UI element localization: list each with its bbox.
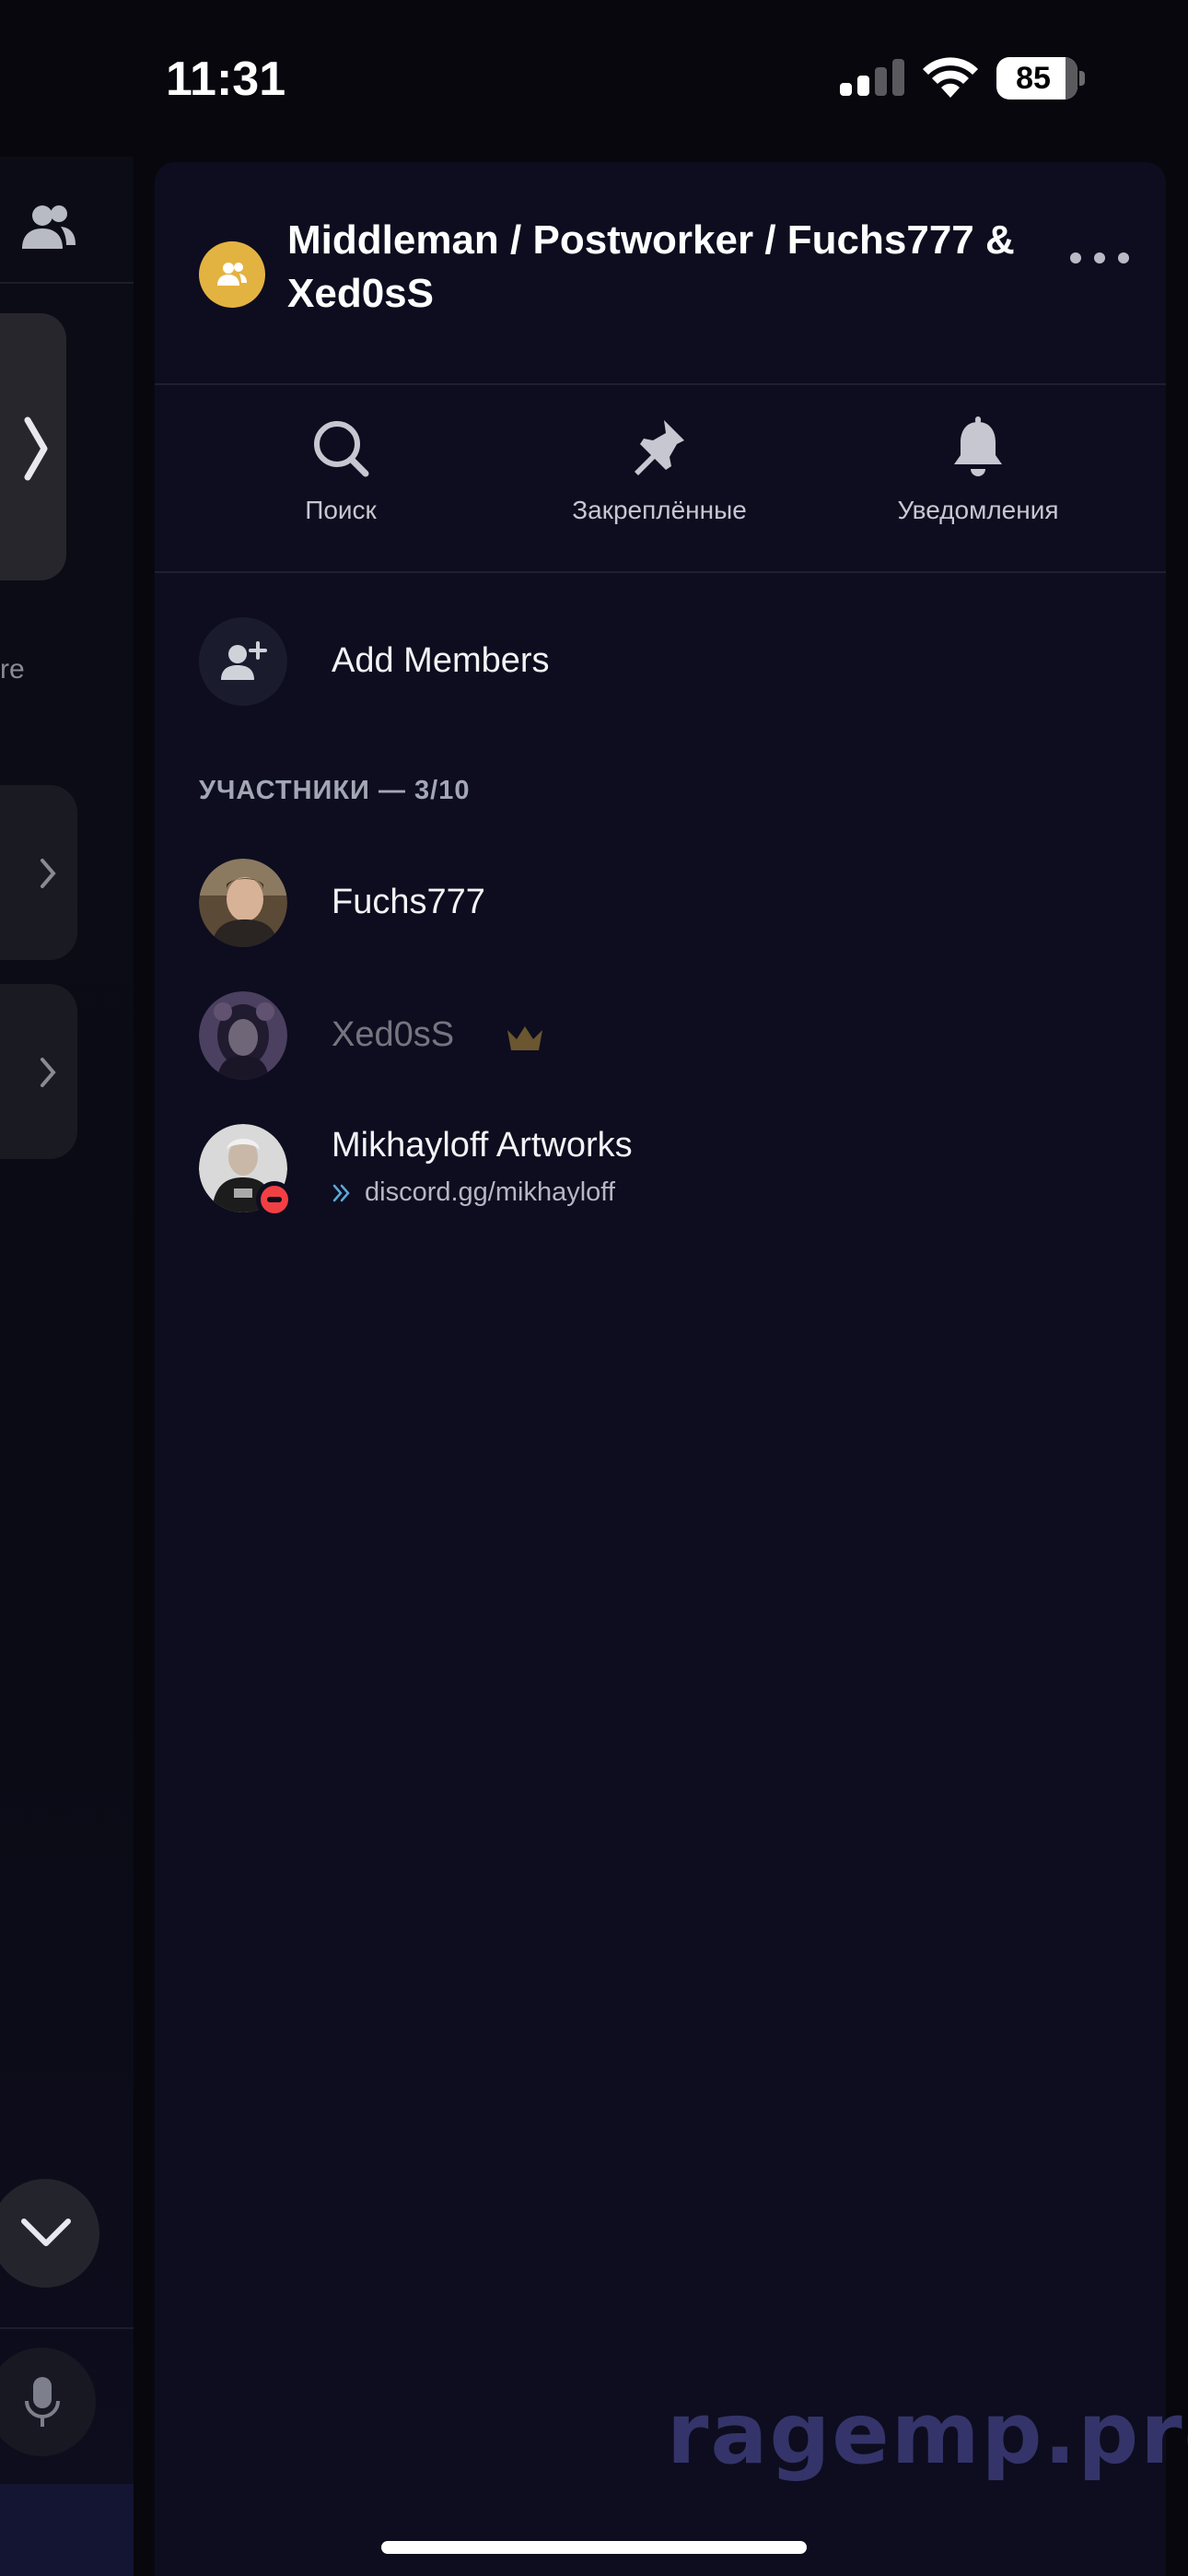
wifi-icon	[923, 57, 978, 98]
battery-level: 85	[1016, 61, 1051, 96]
left-bottom-bar	[0, 2484, 134, 2576]
pinned-button[interactable]: Закреплённые	[521, 413, 798, 542]
member-row-fuchs777[interactable]: Fuchs777	[199, 859, 1120, 951]
microphone-button[interactable]	[0, 2348, 96, 2456]
chevron-right-icon	[41, 1058, 56, 1087]
crown-icon	[507, 1026, 542, 1050]
member-name: Fuchs777	[332, 883, 485, 921]
panel-header: Middleman / Postworker / Fuchs777 & Xed0…	[155, 162, 1166, 383]
channel-details-panel: Middleman / Postworker / Fuchs777 & Xed0…	[155, 162, 1166, 2576]
member-row-xed0ss[interactable]: Xed0sS	[199, 991, 1120, 1083]
member-name: Xed0sS	[332, 1015, 455, 1054]
group-dm-avatar	[199, 241, 265, 308]
actions-divider	[155, 571, 1166, 573]
search-button[interactable]: Поиск	[203, 413, 479, 542]
member-status: discord.gg/mikhayloff	[332, 1177, 615, 1208]
watermark: ragemp.pro	[667, 2384, 1188, 2483]
pinned-label: Закреплённые	[572, 496, 747, 524]
expand-tab[interactable]	[0, 313, 66, 580]
pin-icon	[635, 420, 684, 475]
dnd-status-icon	[256, 1181, 293, 1218]
add-members-button[interactable]: Add Members	[199, 617, 1120, 709]
scroll-down-button[interactable]	[0, 2179, 99, 2288]
notifications-button[interactable]: Уведомления	[840, 413, 1116, 542]
avatar	[199, 991, 287, 1080]
left-card-1[interactable]	[0, 785, 77, 960]
action-row: Поиск Закреплённые Уведомления	[155, 385, 1166, 569]
left-card-2[interactable]	[0, 984, 77, 1159]
home-indicator[interactable]	[381, 2541, 807, 2554]
chevron-right-icon	[41, 859, 56, 888]
clock: 11:31	[166, 53, 286, 106]
status-bar: 11:31 85	[0, 0, 1188, 157]
chevron-right-icon	[24, 416, 48, 481]
add-member-avatar	[199, 617, 287, 706]
notifications-label: Уведомления	[897, 496, 1059, 524]
add-user-icon	[221, 641, 267, 680]
member-row-mikhayloff[interactable]: Mikhayloff Artworks discord.gg/mikhaylof…	[199, 1124, 1120, 1218]
member-status-text: discord.gg/mikhayloff	[365, 1177, 615, 1207]
more-options-button[interactable]	[1065, 238, 1138, 275]
chevron-down-icon	[21, 2219, 71, 2246]
add-members-label: Add Members	[332, 641, 550, 680]
channel-title: Middleman / Postworker / Fuchs777 & Xed0…	[287, 217, 1015, 316]
members-icon[interactable]	[18, 201, 77, 252]
left-divider-2	[0, 2327, 134, 2329]
group-icon	[217, 263, 247, 286]
background-channel-pane: re	[0, 157, 134, 2576]
member-name-group: Xed0sS	[332, 1015, 454, 1055]
bell-icon	[954, 416, 1002, 476]
left-divider	[0, 282, 134, 284]
microphone-icon	[25, 2377, 60, 2427]
members-section-header: УЧАСТНИКИ — 3/10	[199, 776, 471, 805]
streaming-arrows-icon	[332, 1185, 350, 1202]
cellular-signal-icon	[840, 59, 904, 96]
member-name: Mikhayloff Artworks	[332, 1126, 633, 1165]
search-icon	[314, 421, 369, 477]
truncated-text: re	[0, 654, 25, 685]
avatar	[199, 859, 287, 947]
battery-indicator: 85	[996, 57, 1085, 100]
search-label: Поиск	[305, 496, 377, 524]
